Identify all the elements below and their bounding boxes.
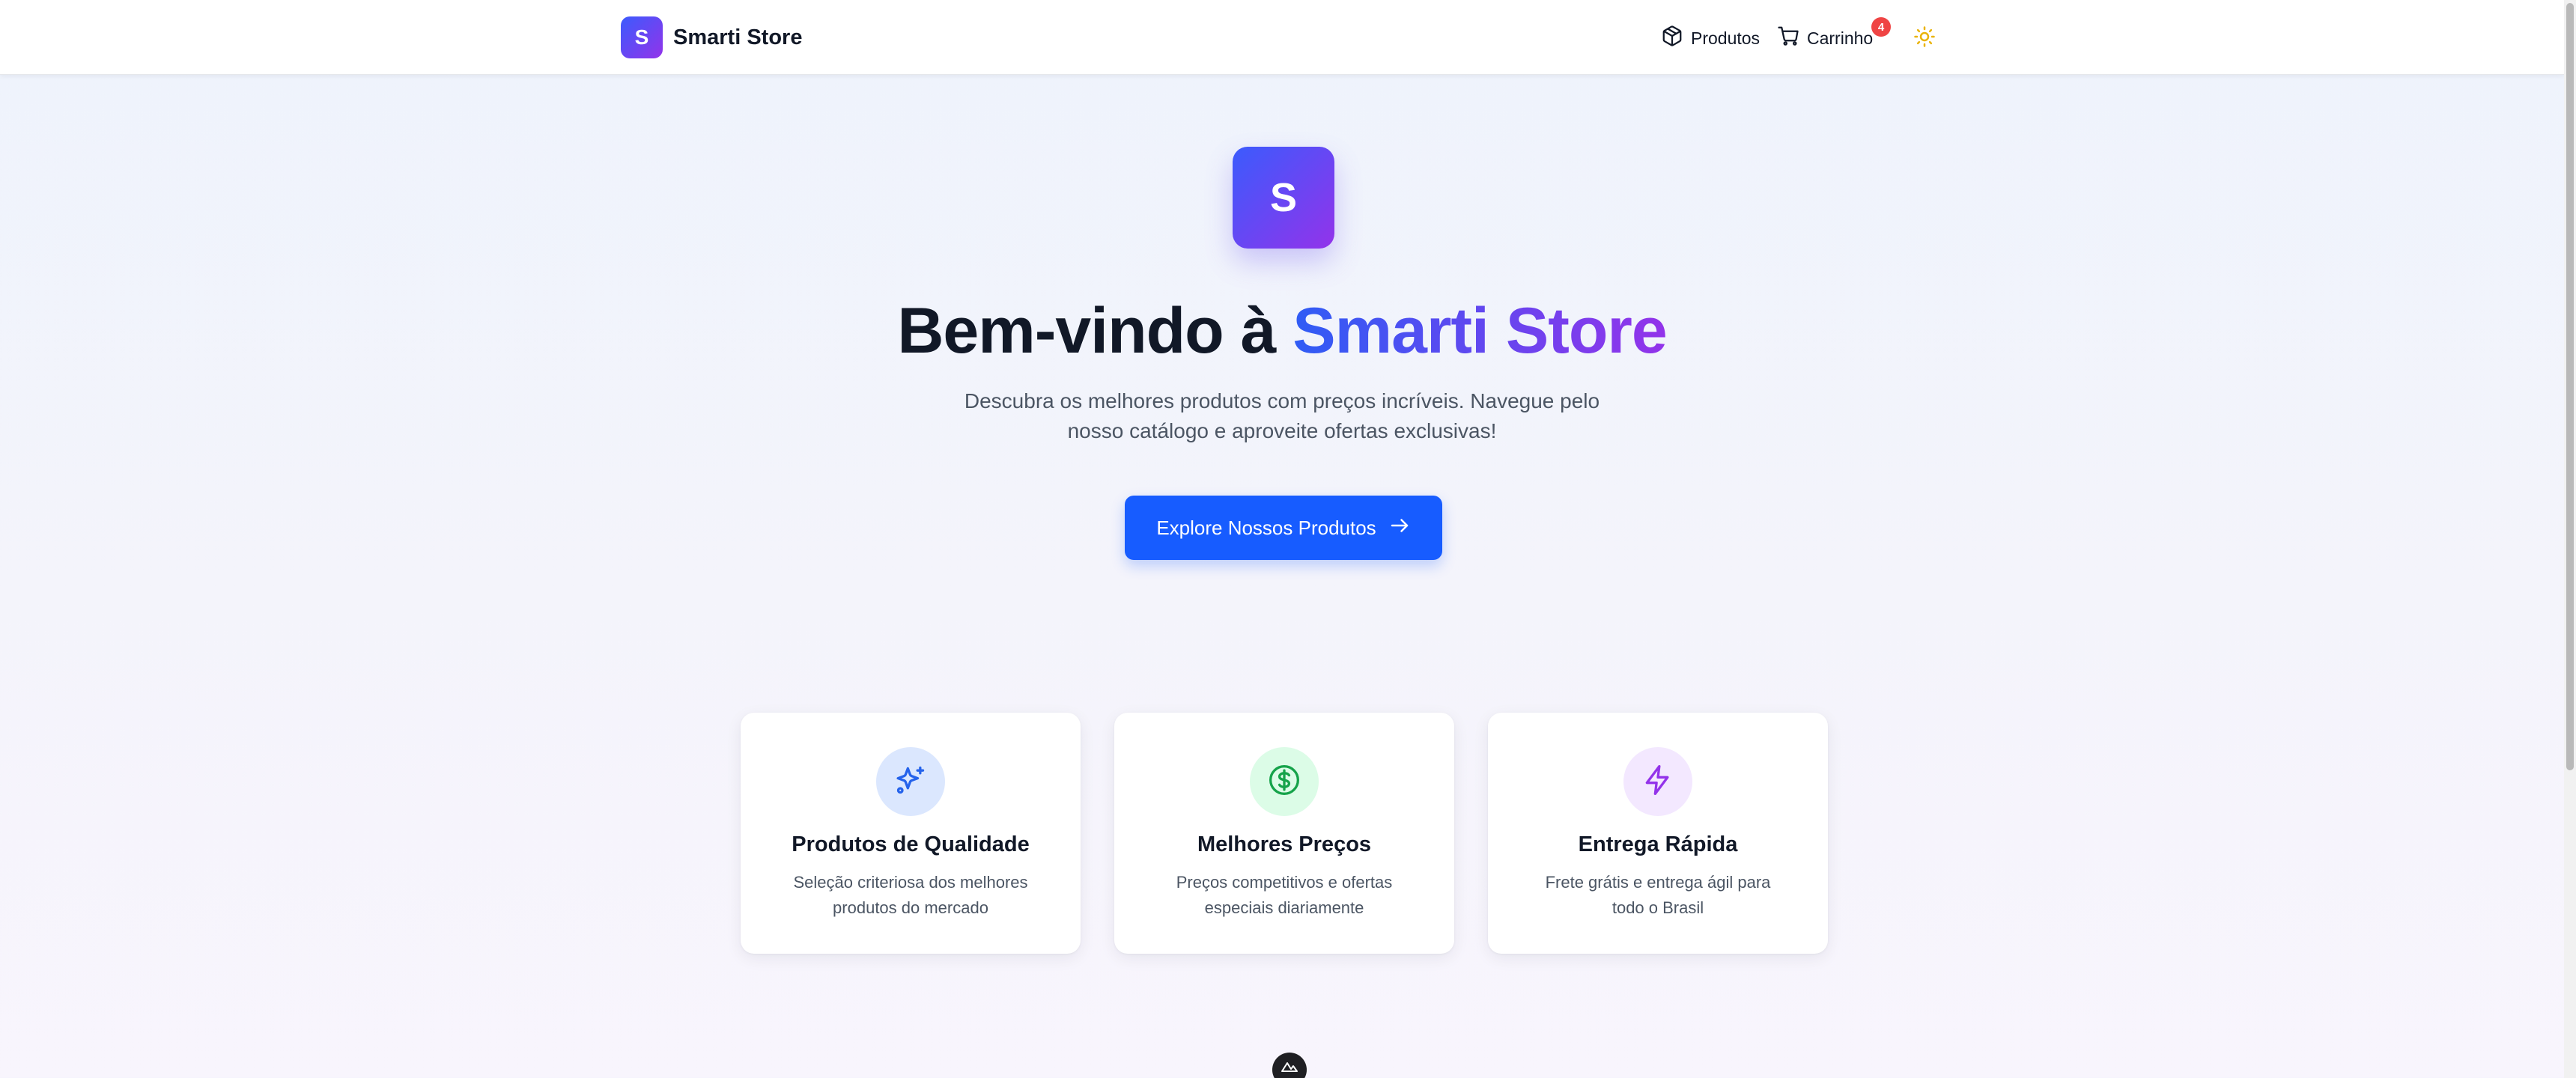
feature-icon-badge <box>1623 747 1692 816</box>
feature-description: Preços competitivos e ofertas especiais … <box>1176 873 1393 917</box>
feature-icon-badge <box>1250 747 1319 816</box>
cart-icon <box>1777 25 1799 52</box>
explore-products-label: Explore Nossos Produtos <box>1156 516 1376 539</box>
nav-cart-label: Carrinho <box>1807 28 1874 48</box>
mountain-logo-icon <box>1281 1061 1298 1077</box>
top-navbar: S Smarti Store Produtos Carrinho 4 <box>0 0 2564 75</box>
scrollbar-thumb[interactable] <box>2566 3 2574 770</box>
cart-count-badge: 4 <box>1871 17 1891 37</box>
feature-title: Produtos de Qualidade <box>792 832 1030 856</box>
feature-description: Frete grátis e entrega ágil para todo o … <box>1545 873 1771 917</box>
arrow-right-icon <box>1388 514 1411 542</box>
hero-title: Bem-vindo à Smarti Store <box>0 293 2564 368</box>
feature-title: Melhores Preços <box>1197 832 1372 856</box>
brand-logo: S <box>621 16 663 58</box>
lightning-icon <box>1641 764 1674 800</box>
sun-icon <box>1913 25 1936 52</box>
devtools-toggle-button[interactable] <box>1272 1053 1307 1078</box>
sparkles-icon <box>894 764 927 800</box>
hero-title-prefix: Bem-vindo à <box>897 295 1293 367</box>
feature-icon-badge <box>876 747 945 816</box>
feature-card-prices: Melhores Preços Preços competitivos e of… <box>1114 713 1454 954</box>
nav-cart-link[interactable]: Carrinho 4 <box>1777 17 1891 54</box>
theme-toggle-button[interactable] <box>1912 25 1937 51</box>
hero-subtitle: Descubra os melhores produtos com preços… <box>964 389 1600 442</box>
feature-description: Seleção criteriosa dos melhores produtos… <box>793 873 1028 917</box>
feature-card-quality: Produtos de Qualidade Seleção criteriosa… <box>741 713 1081 954</box>
dollar-icon <box>1268 764 1301 800</box>
brand-home-link[interactable]: S Smarti Store <box>621 16 802 58</box>
feature-card-delivery: Entrega Rápida Frete grátis e entrega ág… <box>1488 713 1828 954</box>
nav-products-label: Produtos <box>1691 28 1761 48</box>
explore-products-button[interactable]: Explore Nossos Produtos <box>1125 496 1442 560</box>
hero-title-accent: Smarti Store <box>1292 295 1667 367</box>
feature-title: Entrega Rápida <box>1578 832 1738 856</box>
nav-products-link[interactable]: Produtos <box>1661 22 1760 54</box>
brand-name: Smarti Store <box>673 25 803 49</box>
package-icon <box>1661 25 1683 52</box>
hero-logo: S <box>1233 147 1334 249</box>
